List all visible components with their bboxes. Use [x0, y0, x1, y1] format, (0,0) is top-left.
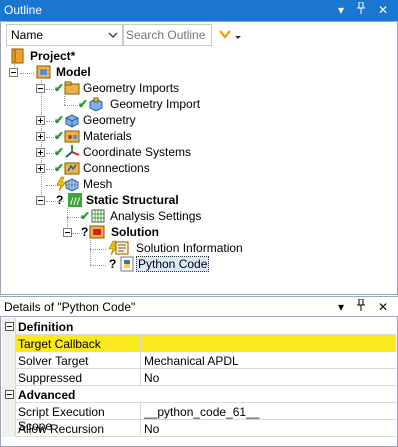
project-book-icon: [11, 48, 24, 64]
search-outline-field[interactable]: [123, 24, 212, 46]
collapse-static-structural-toggle[interactable]: [36, 196, 45, 205]
property-value[interactable]: Mechanical APDL: [141, 352, 396, 369]
tree-item-analysis-settings[interactable]: ✔ Analysis Settings: [80, 208, 300, 224]
property-key: Allow Recursion: [16, 420, 141, 437]
property-key: Solver Target: [16, 352, 141, 369]
panel-menu-icon[interactable]: ▾: [333, 299, 349, 315]
unknown-status-icon: ?: [56, 193, 64, 207]
mesh-icon: [65, 178, 79, 192]
check-icon: ✔: [54, 81, 65, 95]
tree-label-geometry-import: Geometry Import: [110, 97, 201, 111]
collapse-model-toggle[interactable]: [9, 68, 18, 77]
tree-item-geometry[interactable]: ✔ Geometry: [54, 112, 254, 128]
check-icon: ✔: [78, 97, 89, 111]
collapse-category-icon[interactable]: [5, 390, 14, 399]
category-definition[interactable]: Definition: [2, 318, 396, 335]
connections-icon: [64, 162, 80, 175]
expand-connections-toggle[interactable]: [36, 164, 45, 173]
property-value[interactable]: [141, 335, 396, 352]
tree-label-project: Project*: [30, 49, 76, 63]
collapse-geometry-imports-toggle[interactable]: [36, 84, 45, 93]
svg-text:///: ///: [70, 197, 81, 207]
tree-label-geometry-imports: Geometry Imports: [83, 81, 180, 95]
geometry-imports-icon: [64, 81, 80, 95]
tree-item-solution[interactable]: ? Solution: [81, 224, 281, 240]
collapse-category-icon[interactable]: [5, 322, 14, 331]
expand-coordinate-systems-toggle[interactable]: [36, 148, 45, 157]
outline-title: Outline: [4, 3, 43, 17]
tree-label-materials: Materials: [83, 129, 132, 143]
tree-item-geometry-imports[interactable]: ✔ Geometry Imports: [54, 80, 274, 96]
tree-label-mesh: Mesh: [83, 177, 113, 191]
tree-label-geometry: Geometry: [83, 113, 136, 127]
name-select-value: Name: [11, 28, 44, 42]
property-value[interactable]: No: [141, 369, 396, 386]
row-solver-target[interactable]: Solver Target Mechanical APDL: [2, 352, 396, 369]
materials-icon: [64, 130, 80, 143]
name-select[interactable]: Name: [6, 24, 123, 46]
expand-geometry-toggle[interactable]: [36, 116, 45, 125]
geometry-icon: [65, 114, 79, 128]
unknown-status-icon: ?: [109, 257, 117, 271]
category-advanced[interactable]: Advanced: [2, 386, 396, 403]
outline-title-bar: Outline ▾ ✕: [0, 0, 398, 21]
tree-item-connections[interactable]: ✔ Connections: [54, 160, 254, 176]
row-allow-recursion[interactable]: Allow Recursion No: [2, 420, 396, 437]
tree-item-solution-information[interactable]: Solution Information: [106, 240, 326, 256]
tree-item-project[interactable]: Project*: [10, 48, 210, 64]
filter-dropdown-button[interactable]: [218, 27, 244, 43]
tree-item-model[interactable]: Model: [36, 64, 236, 80]
property-value[interactable]: No: [141, 420, 396, 437]
tree-item-python-code[interactable]: ? Python Code: [107, 256, 307, 272]
analysis-settings-icon: [91, 209, 105, 223]
tree-item-materials[interactable]: ✔ Materials: [54, 128, 254, 144]
model-icon: [36, 65, 51, 79]
close-icon[interactable]: ✕: [375, 2, 391, 18]
check-icon: ✔: [54, 113, 65, 127]
tree-item-mesh[interactable]: Mesh: [54, 176, 254, 192]
pin-icon[interactable]: [353, 298, 369, 315]
static-structural-icon: ///: [68, 193, 82, 207]
tree-label-analysis-settings: Analysis Settings: [110, 209, 202, 223]
pin-icon[interactable]: [353, 1, 369, 18]
check-icon: ✔: [54, 145, 65, 159]
row-suppressed[interactable]: Suppressed No: [2, 369, 396, 386]
check-icon: ✔: [54, 161, 65, 175]
coordinate-systems-icon: [65, 145, 80, 158]
python-code-icon: [120, 256, 134, 272]
tree-label-coordinate-systems: Coordinate Systems: [83, 145, 192, 159]
property-key: Script Execution Scope: [16, 403, 141, 433]
row-script-execution-scope[interactable]: Script Execution Scope __python_code_61_…: [2, 403, 396, 433]
tree-label-solution: Solution: [111, 225, 159, 239]
tree-label-solution-information: Solution Information: [136, 241, 243, 255]
tree-label-static-structural: Static Structural: [86, 193, 179, 207]
solution-icon: [89, 225, 105, 239]
geometry-import-icon: [89, 97, 103, 112]
chevron-down-icon: [108, 32, 118, 38]
tree-label-model: Model: [56, 65, 91, 79]
collapse-solution-toggle[interactable]: [63, 228, 72, 237]
close-icon[interactable]: ✕: [375, 299, 391, 315]
details-title-bar: Details of "Python Code" ▾ ✕: [0, 296, 398, 316]
panel-menu-icon[interactable]: ▾: [333, 2, 349, 18]
expand-materials-toggle[interactable]: [36, 132, 45, 141]
category-label: Definition: [18, 320, 74, 334]
tree-item-geometry-import[interactable]: ✔ Geometry Import: [78, 96, 298, 112]
property-value[interactable]: __python_code_61__: [141, 403, 396, 420]
tree-item-static-structural[interactable]: ? /// Static Structural: [56, 192, 276, 208]
category-label: Advanced: [18, 388, 76, 402]
search-outline-input[interactable]: [126, 26, 211, 44]
property-key: Suppressed: [16, 369, 141, 386]
row-target-callback[interactable]: Target Callback: [2, 335, 396, 352]
tree-label-python-code: Python Code: [136, 256, 210, 272]
filter-chevron-icon: [219, 30, 241, 39]
solution-information-icon: [115, 241, 129, 255]
check-icon: ✔: [54, 129, 65, 143]
tree-label-connections: Connections: [83, 161, 150, 175]
check-icon: ✔: [80, 209, 91, 223]
details-title: Details of "Python Code": [4, 300, 136, 314]
tree-item-coordinate-systems[interactable]: ✔ Coordinate Systems: [54, 144, 274, 160]
property-key: Target Callback: [16, 335, 141, 352]
